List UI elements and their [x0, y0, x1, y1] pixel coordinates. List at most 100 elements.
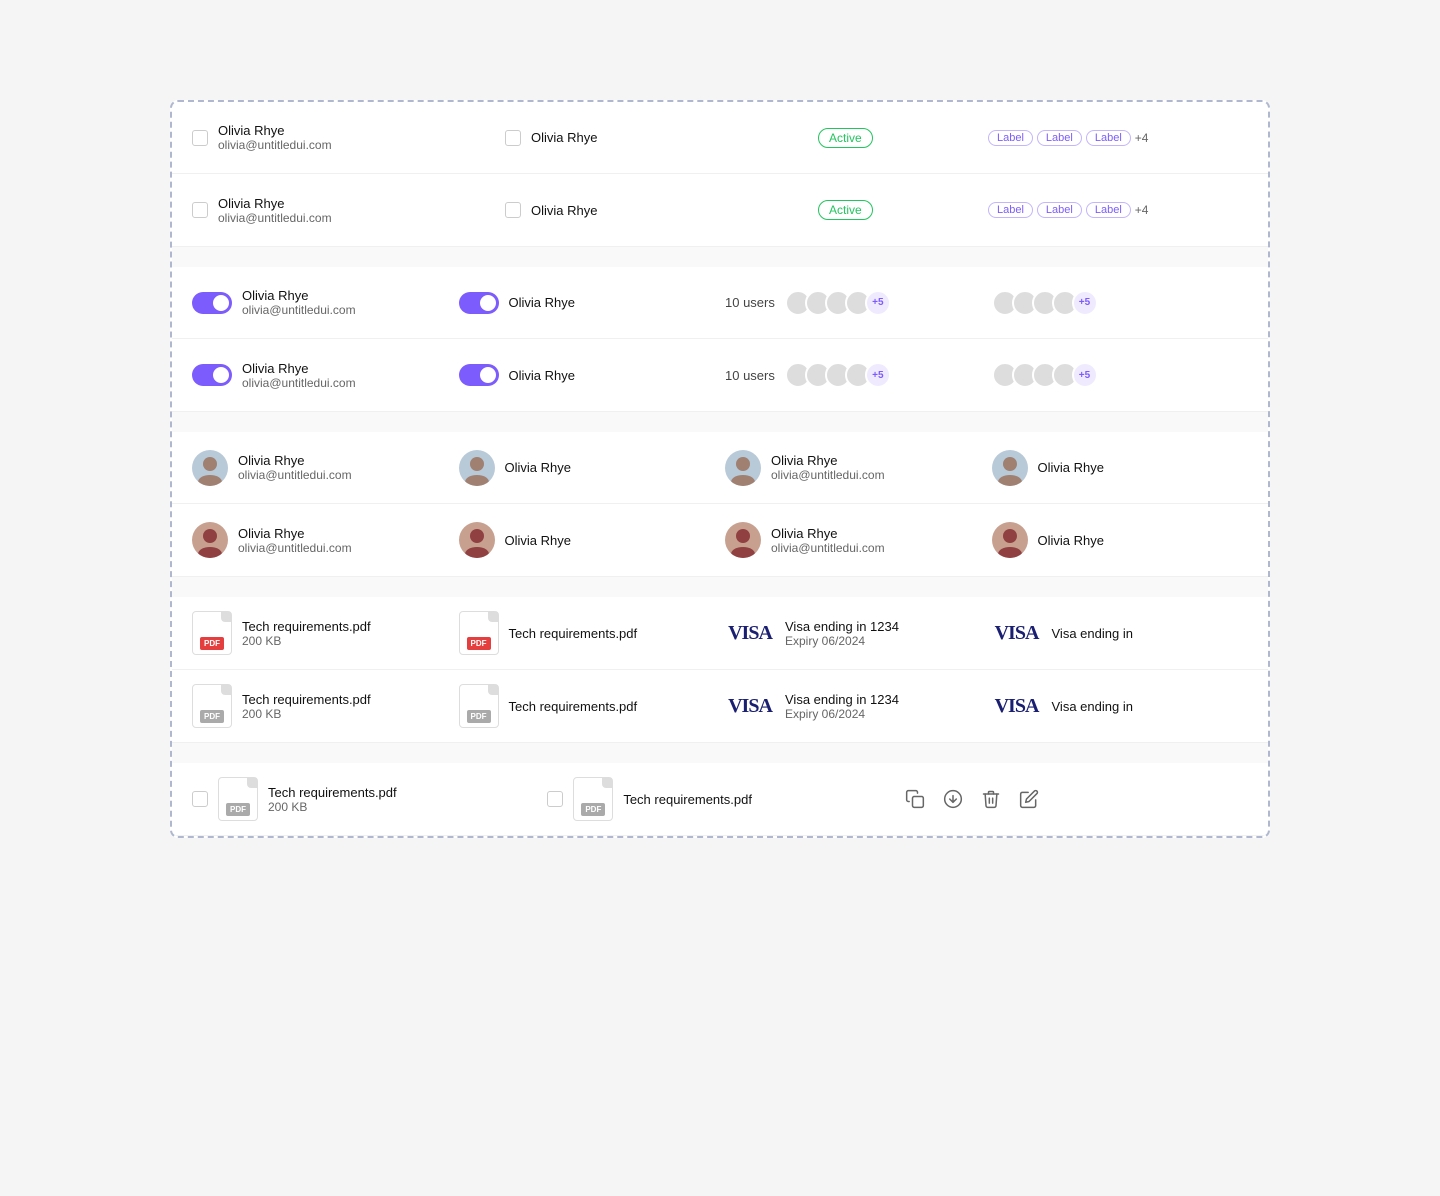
file-name: Tech requirements.pdf	[509, 699, 638, 714]
user-info: Olivia Rhye olivia@untitledui.com	[242, 288, 356, 317]
avatar	[725, 522, 761, 558]
pdf-badge: PDF	[467, 637, 491, 650]
toggle-switch[interactable]	[459, 292, 499, 314]
pdf-badge: PDF	[200, 637, 224, 650]
file-name: Tech requirements.pdf	[268, 785, 397, 800]
toggle-switch[interactable]	[459, 364, 499, 386]
user-name: Olivia Rhye	[238, 526, 352, 541]
avatar	[192, 522, 228, 558]
user-name: Olivia Rhye	[509, 368, 575, 383]
user-info: Olivia Rhye olivia@untitledui.com	[218, 196, 332, 225]
cell-col1: PDF Tech requirements.pdf 200 KB	[192, 684, 449, 728]
visa-logo: VISA	[725, 695, 775, 718]
file-size: 200 KB	[242, 707, 371, 721]
visa-logo: VISA	[992, 622, 1042, 645]
pdf-badge: PDF	[581, 803, 605, 816]
user-name: Olivia Rhye	[531, 203, 597, 218]
user-email: olivia@untitledui.com	[242, 303, 356, 317]
action-icons-group	[903, 787, 1248, 811]
label-chip: Label	[988, 202, 1033, 218]
avatar	[459, 522, 495, 558]
avatar-group: +5	[992, 290, 1098, 316]
table-row: PDF Tech requirements.pdf 200 KB PDF Tec…	[172, 670, 1268, 742]
visa-partial: Visa ending in	[1052, 699, 1133, 714]
section-divider	[172, 247, 1268, 267]
pdf-icon: PDF	[459, 611, 499, 655]
person-avatar-section: Olivia Rhye olivia@untitledui.com Olivia…	[172, 432, 1268, 577]
toggle-switch[interactable]	[192, 292, 232, 314]
cell-col3: VISA Visa ending in 1234 Expiry 06/2024	[725, 692, 982, 721]
label-chip: Label	[1037, 130, 1082, 146]
user-name: Olivia Rhye	[505, 460, 571, 475]
visa-logo: VISA	[992, 695, 1042, 718]
status-badge: Active	[818, 200, 873, 220]
file-name: Tech requirements.pdf	[623, 792, 752, 807]
cell-col2: Olivia Rhye	[505, 202, 808, 218]
users-count: 10 users	[725, 368, 775, 383]
cell-col2: Olivia Rhye	[505, 130, 808, 146]
visa-ending: Visa ending in 1234	[785, 619, 899, 634]
label-chip: Label	[1086, 202, 1131, 218]
users-count: 10 users	[725, 295, 775, 310]
cell-col3: Olivia Rhye olivia@untitledui.com	[725, 522, 982, 558]
checkbox-section: Olivia Rhye olivia@untitledui.com Olivia…	[172, 102, 1268, 247]
label-chip: Label	[1086, 130, 1131, 146]
copy-icon[interactable]	[903, 787, 927, 811]
edit-icon[interactable]	[1017, 787, 1041, 811]
label-more: +4	[1135, 131, 1149, 145]
user-email: olivia@untitledui.com	[238, 468, 352, 482]
cell-users: 10 users +5	[725, 290, 982, 316]
user-info: Olivia Rhye olivia@untitledui.com	[771, 453, 885, 482]
cell-col2: PDF Tech requirements.pdf	[459, 611, 716, 655]
delete-icon[interactable]	[979, 787, 1003, 811]
user-email: olivia@untitledui.com	[218, 211, 332, 225]
user-name: Olivia Rhye	[218, 196, 332, 211]
table-row: PDF Tech requirements.pdf 200 KB PDF Tec…	[172, 763, 1268, 835]
section-divider	[172, 743, 1268, 763]
pdf-badge: PDF	[467, 710, 491, 723]
user-name: Olivia Rhye	[771, 453, 885, 468]
avatar	[992, 450, 1028, 486]
user-name: Olivia Rhye	[218, 123, 332, 138]
checkbox-input[interactable]	[192, 130, 208, 146]
cell-col1: PDF Tech requirements.pdf 200 KB	[192, 611, 449, 655]
user-email: olivia@untitledui.com	[771, 541, 885, 555]
main-container: Olivia Rhye olivia@untitledui.com Olivia…	[170, 100, 1270, 838]
section-divider	[172, 577, 1268, 597]
table-row: PDF Tech requirements.pdf 200 KB PDF Tec…	[172, 597, 1268, 670]
table-row: Olivia Rhye olivia@untitledui.com Olivia…	[172, 174, 1268, 246]
avatar-group: +5	[785, 362, 891, 388]
user-info: Olivia Rhye olivia@untitledui.com	[238, 453, 352, 482]
table-row: Olivia Rhye olivia@untitledui.com Olivia…	[172, 504, 1268, 576]
toggle-switch[interactable]	[192, 364, 232, 386]
checkbox-input[interactable]	[505, 202, 521, 218]
visa-info: Visa ending in 1234 Expiry 06/2024	[785, 692, 899, 721]
file-info: Tech requirements.pdf 200 KB	[242, 619, 371, 648]
cell-col4: VISA Visa ending in	[992, 695, 1249, 718]
label-chip: Label	[1037, 202, 1082, 218]
cell-avatars-extra: +5	[992, 290, 1249, 316]
checkbox-input[interactable]	[547, 791, 563, 807]
file-info: Tech requirements.pdf 200 KB	[268, 785, 397, 814]
user-name: Olivia Rhye	[1038, 460, 1104, 475]
avatar-more: +5	[865, 290, 891, 316]
user-name: Olivia Rhye	[771, 526, 885, 541]
file-name: Tech requirements.pdf	[509, 626, 638, 641]
checkbox-input[interactable]	[192, 202, 208, 218]
cell-col4: Olivia Rhye	[992, 450, 1249, 486]
file-size: 200 KB	[242, 634, 371, 648]
checkbox-input[interactable]	[505, 130, 521, 146]
labels-group: Label Label Label +4	[988, 130, 1248, 146]
cell-status: Active	[818, 128, 978, 148]
cell-col1: Olivia Rhye olivia@untitledui.com	[192, 361, 449, 390]
download-icon[interactable]	[941, 787, 965, 811]
cell-col2: Olivia Rhye	[459, 364, 716, 386]
cell-col2: Olivia Rhye	[459, 292, 716, 314]
user-name: Olivia Rhye	[531, 130, 597, 145]
user-info: Olivia Rhye olivia@untitledui.com	[242, 361, 356, 390]
checkbox-input[interactable]	[192, 791, 208, 807]
cell-col2: Olivia Rhye	[459, 522, 716, 558]
cell-users: 10 users +5	[725, 362, 982, 388]
file-size: 200 KB	[268, 800, 397, 814]
user-name: Olivia Rhye	[505, 533, 571, 548]
